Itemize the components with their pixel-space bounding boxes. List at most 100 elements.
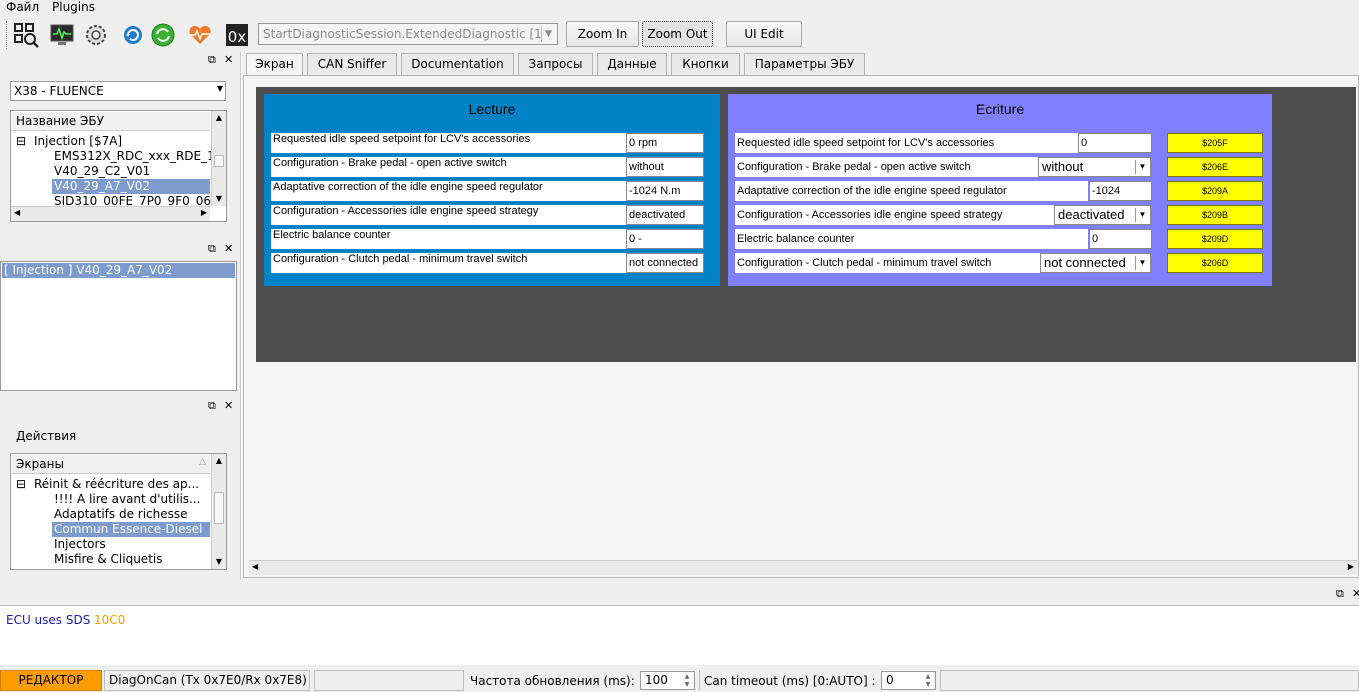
write-button-206e[interactable]: $206E	[1167, 157, 1263, 177]
tab-knopki[interactable]: Кнопки	[671, 53, 740, 75]
close-icon[interactable]: ✕	[224, 399, 233, 412]
ecriture-select-5-value: not connected	[1044, 255, 1126, 270]
lecture-label-5: Configuration - Clutch pedal - minimum t…	[271, 253, 626, 273]
tree-item-injection[interactable]: Injection [$7A]	[34, 134, 122, 149]
zoom-out-button[interactable]: Zoom Out	[642, 21, 713, 47]
heartbeat-icon[interactable]	[187, 22, 213, 48]
tree-expander-icon[interactable]: ⊟	[16, 134, 26, 149]
write-button-206d[interactable]: $206D	[1167, 253, 1263, 273]
timeout-spinbox[interactable]: 0 ▲ ▼	[881, 671, 936, 690]
lecture-label-0: Requested idle speed setpoint for LCV's …	[271, 133, 626, 153]
float-icon[interactable]: ⧉	[208, 399, 216, 413]
ecriture-select-1[interactable]: without ▼	[1038, 157, 1151, 177]
close-icon[interactable]: ✕	[1352, 587, 1359, 600]
status-bar: РЕДАКТОР DiagOnCan (Tx 0x7E0/Rx 0x7E8) Ч…	[0, 668, 1359, 692]
screen-item-adaptatifs[interactable]: Adaptatifs de richesse	[54, 507, 188, 522]
ui-edit-button[interactable]: UI Edit	[726, 21, 802, 47]
mode-badge: РЕДАКТОР	[0, 670, 102, 691]
vertical-scrollbar[interactable]: ▲ ▼	[211, 111, 226, 206]
lecture-label-3: Configuration - Accessories idle engine …	[271, 205, 626, 225]
screen-item-reinit[interactable]: Réinit & réécriture des ap...	[34, 477, 199, 492]
horizontal-scrollbar[interactable]: ◀ ▶	[11, 206, 210, 221]
scroll-right-icon[interactable]: ▶	[201, 208, 207, 217]
qr-search-icon[interactable]	[13, 22, 39, 48]
ecriture-select-3[interactable]: deactivated ▼	[1054, 205, 1151, 225]
sort-icon: △	[199, 457, 206, 467]
session-combo[interactable]: StartDiagnosticSession.ExtendedDiagnosti…	[258, 23, 558, 45]
scroll-thumb[interactable]	[214, 155, 224, 167]
lecture-value-5: not connected	[626, 253, 704, 273]
scroll-down-icon[interactable]: ▼	[212, 555, 226, 569]
vehicle-combo-value: X38 - FLUENCE	[14, 84, 104, 98]
lecture-value-3: deactivated	[626, 205, 704, 225]
screen-item-a-lire[interactable]: !!!! A lire avant d'utilis...	[54, 492, 200, 507]
scroll-up-icon[interactable]: ▲	[212, 111, 226, 125]
refresh-label: Частота обновления (ms):	[470, 674, 635, 688]
screen-item-misfire[interactable]: Misfire & Cliquetis	[54, 552, 162, 567]
ecriture-label-4: Electric balance counter	[735, 229, 1088, 249]
menu-file[interactable]: Файл	[6, 0, 39, 14]
refresh-spinbox[interactable]: 100 ▲ ▼	[640, 671, 695, 690]
ecriture-input-4[interactable]: 0	[1089, 229, 1152, 249]
vertical-scrollbar[interactable]: ▲ ▼	[211, 454, 226, 569]
screen-item-commun[interactable]: Commun Essence-Diesel	[52, 522, 210, 537]
tree-item-v40-c2[interactable]: V40_29_C2_V01	[54, 164, 150, 179]
tree-expander-icon[interactable]: ⊟	[16, 477, 26, 492]
timeout-label: Can timeout (ms) [0:AUTO] :	[699, 670, 877, 691]
scroll-down-icon[interactable]: ▼	[212, 192, 226, 206]
tab-ekran[interactable]: Экран	[246, 53, 303, 76]
ecriture-label-0: Requested idle speed setpoint for LCV's …	[735, 133, 1078, 153]
ecriture-label-1: Configuration - Brake pedal - open activ…	[735, 157, 1038, 177]
screen-item-injectors[interactable]: Injectors	[54, 537, 106, 552]
ecriture-select-3-value: deactivated	[1058, 207, 1125, 222]
write-button-209d[interactable]: $209D	[1167, 229, 1263, 249]
lecture-label-2: Adaptative correction of the idle engine…	[271, 181, 626, 201]
zoom-in-button[interactable]: Zoom In	[566, 21, 639, 47]
chevron-down-icon: ▼	[541, 26, 555, 42]
scroll-left-icon[interactable]: ◀	[14, 208, 20, 217]
ecu-tree-header: Название ЭБУ	[12, 112, 210, 131]
chevron-down-icon: ▼	[1135, 208, 1149, 222]
close-icon[interactable]: ✕	[224, 242, 233, 255]
tree-item-ems312x[interactable]: EMS312X_RDC_xxx_RDE_1	[54, 149, 215, 164]
list-item-selected-ecu[interactable]: [ Injection ] V40_29_A7_V02	[2, 263, 235, 278]
ecriture-input-0[interactable]: 0	[1078, 133, 1152, 153]
close-icon[interactable]: ✕	[224, 53, 233, 66]
tree-item-v40-a7[interactable]: V40_29_A7_V02	[52, 179, 210, 194]
sync-icon[interactable]	[150, 22, 176, 48]
write-button-205f[interactable]: $205F	[1167, 133, 1263, 153]
ecriture-select-5[interactable]: not connected ▼	[1040, 253, 1151, 273]
refresh-icon[interactable]	[120, 22, 146, 48]
gear-icon[interactable]	[83, 22, 109, 48]
splitter[interactable]	[240, 52, 242, 580]
screen-horizontal-scrollbar[interactable]: ◀ ▶	[249, 560, 1357, 575]
tab-parametry[interactable]: Параметры ЭБУ	[744, 53, 865, 75]
vehicle-combo[interactable]: X38 - FLUENCE ▼	[10, 81, 226, 101]
monitor-icon[interactable]	[49, 22, 75, 48]
hex-icon[interactable]: 0x	[226, 24, 248, 46]
write-button-209a[interactable]: $209A	[1167, 181, 1263, 201]
menu-plugins[interactable]: Plugins	[52, 0, 95, 14]
write-button-209b[interactable]: $209B	[1167, 205, 1263, 225]
scroll-up-icon[interactable]: ▲	[212, 454, 226, 468]
scroll-right-icon[interactable]: ▶	[1348, 562, 1354, 571]
dock-header-actions: ⧉ ✕	[0, 399, 238, 414]
session-combo-value: StartDiagnosticSession.ExtendedDiagnosti…	[263, 27, 542, 41]
float-icon[interactable]: ⧉	[208, 53, 216, 67]
tab-can-sniffer[interactable]: CAN Sniffer	[307, 53, 397, 75]
tab-dannye[interactable]: Данные	[597, 53, 667, 75]
tab-documentation[interactable]: Documentation	[401, 53, 514, 75]
spin-arrows-icon[interactable]: ▲ ▼	[922, 673, 934, 689]
scroll-left-icon[interactable]: ◀	[252, 562, 258, 571]
screens-tree-header[interactable]: Экраны △	[12, 455, 210, 474]
float-icon[interactable]: ⧉	[208, 242, 216, 256]
chevron-down-icon: ▼	[216, 84, 223, 93]
float-icon[interactable]: ⧉	[1336, 587, 1344, 601]
ecriture-input-2[interactable]: -1024	[1089, 181, 1152, 201]
tab-zaprosy[interactable]: Запросы	[518, 53, 593, 75]
spin-arrows-icon[interactable]: ▲ ▼	[681, 673, 693, 689]
status-trailing-field	[940, 670, 1359, 691]
refresh-value: 100	[645, 673, 668, 687]
scroll-thumb[interactable]	[214, 492, 224, 524]
ecriture-label-3: Configuration - Accessories idle engine …	[735, 205, 1054, 225]
